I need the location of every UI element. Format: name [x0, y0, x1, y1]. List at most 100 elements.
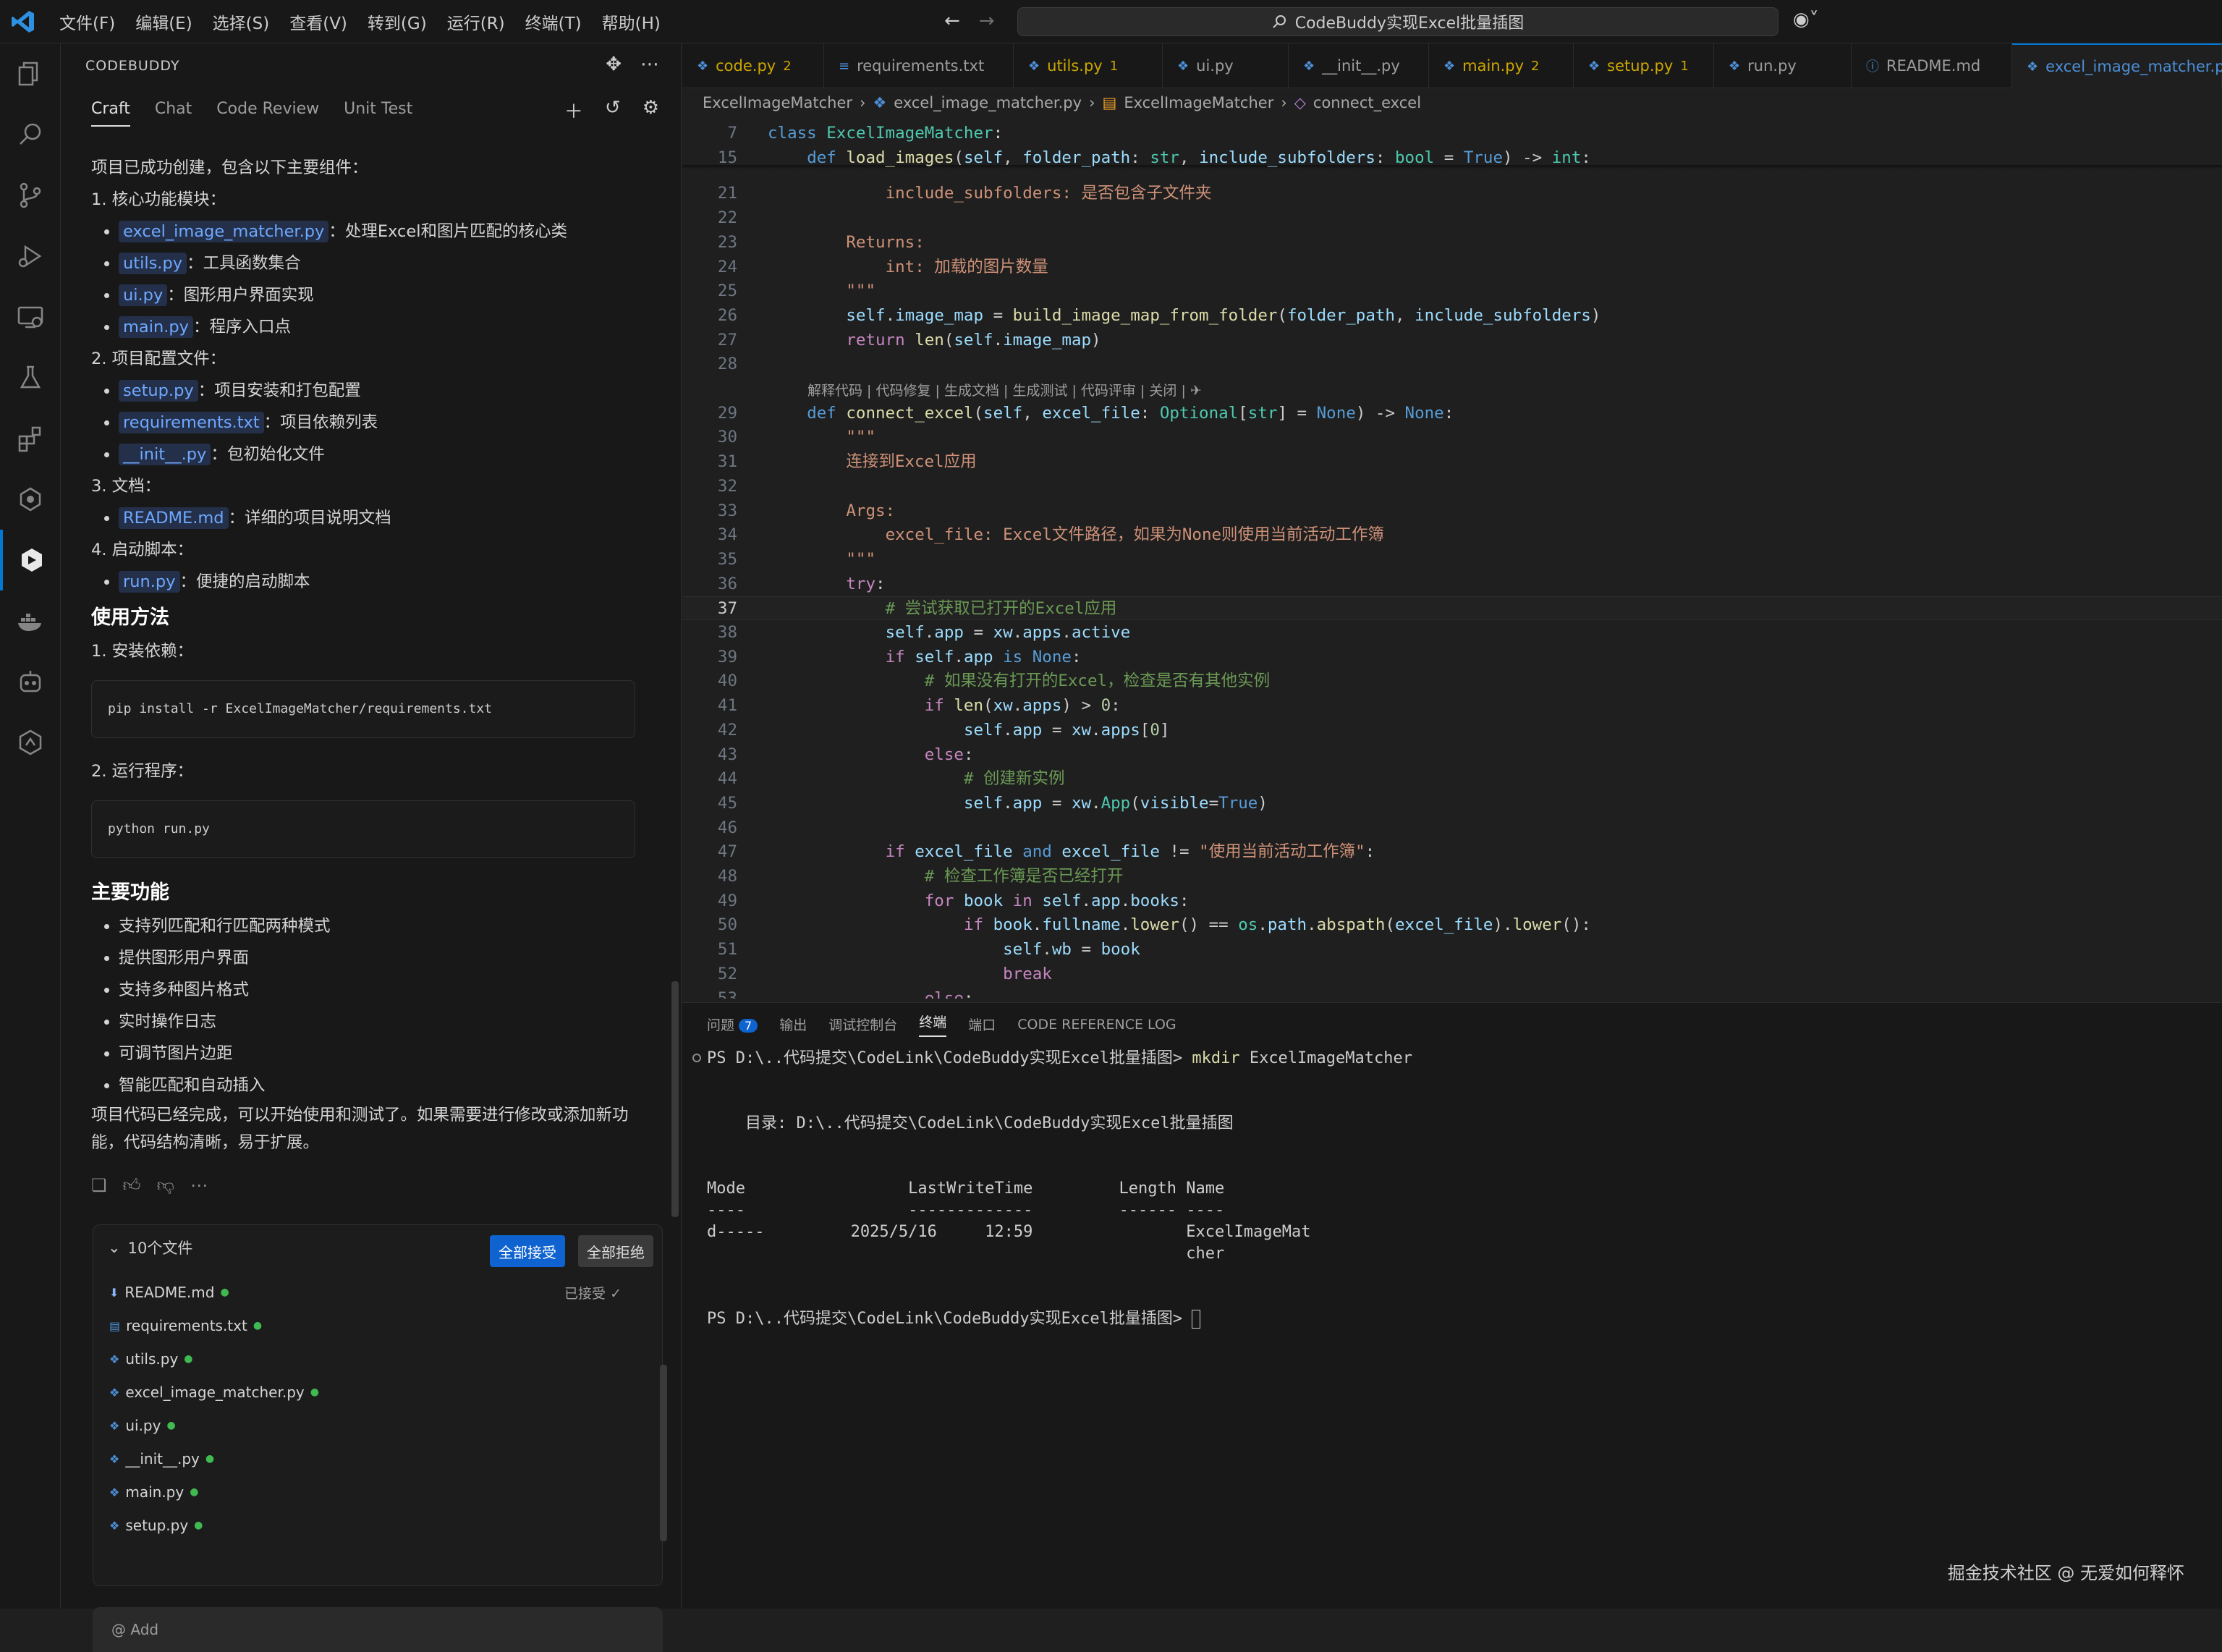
tab-ui-py[interactable]: ❖ ui.py: [1163, 43, 1289, 88]
thumbs-up-icon[interactable]: 👍︎: [123, 1169, 141, 1201]
file-row[interactable]: ❖ utils.py ●: [93, 1342, 662, 1376]
code-text: def connect_excel(self, excel_file: Opti…: [807, 403, 1454, 423]
tab-readme-md[interactable]: ⓘ README.md: [1852, 43, 2012, 88]
tab-output[interactable]: 输出: [779, 1015, 807, 1034]
pin-icon[interactable]: ✥: [606, 54, 622, 75]
file-link[interactable]: README.md: [119, 507, 229, 529]
modified-dot-icon: ●: [253, 1320, 263, 1331]
code-editor[interactable]: 7 class ExcelImageMatcher: 15 def load_ima…: [682, 116, 2222, 999]
problem-count-badge: 1: [1680, 58, 1689, 74]
menu-item[interactable]: 文件(F): [52, 7, 122, 37]
file-link[interactable]: run.py: [119, 571, 180, 593]
remote-explorer-icon[interactable]: [0, 287, 61, 347]
more-actions-icon[interactable]: ⋯: [640, 54, 659, 75]
reject-all-button[interactable]: 全部拒绝: [578, 1235, 653, 1267]
accept-all-button[interactable]: 全部接受: [490, 1235, 565, 1267]
file-list: setup.py：项目安装和打包配置requirements.txt：项目依赖列…: [91, 375, 656, 470]
tab-excel-image-matcher-py[interactable]: ❖ excel_image_matcher.py: [2012, 43, 2222, 88]
breadcrumb-folder[interactable]: ExcelImageMatcher: [703, 94, 852, 111]
tab-setup-py[interactable]: ❖ setup.py 1: [1574, 43, 1714, 88]
history-icon[interactable]: ↺: [605, 97, 621, 124]
command-center-search[interactable]: CodeBuddy实现Excel批量插图: [1017, 7, 1778, 36]
source-control-icon[interactable]: [0, 165, 61, 226]
docker-icon[interactable]: [0, 590, 61, 651]
menu-item[interactable]: 运行(R): [440, 7, 512, 37]
menu-item[interactable]: 转到(G): [360, 7, 434, 37]
tab-utils-py[interactable]: ❖ utils.py 1: [1014, 43, 1163, 88]
code-line: 51 self.wb = book: [682, 938, 2222, 962]
file-name: ui.py: [125, 1417, 161, 1434]
files-header[interactable]: ⌄ 10个文件: [93, 1225, 662, 1270]
thumbs-down-icon[interactable]: 👎︎: [157, 1169, 174, 1201]
tab-terminal[interactable]: 终端: [919, 1012, 947, 1037]
menu-item[interactable]: 帮助(H): [595, 7, 668, 37]
tab-problems[interactable]: 问题 7: [707, 1015, 758, 1034]
file-link[interactable]: requirements.txt: [119, 412, 264, 433]
code-block-run[interactable]: python run.py: [91, 800, 635, 858]
code-line: 47 if excel_file and excel_file != "使用当前…: [682, 840, 2222, 864]
file-row[interactable]: ⬇ README.md ● 已接受 ✓: [93, 1276, 662, 1309]
file-link[interactable]: __init__.py: [119, 444, 211, 465]
file-link[interactable]: main.py: [119, 316, 193, 338]
chevron-down-icon[interactable]: ⌄: [108, 1239, 121, 1256]
file-row[interactable]: ❖ ui.py ●: [93, 1409, 662, 1442]
tab-requirements-txt[interactable]: ≡ requirements.txt: [824, 43, 1014, 88]
file-link[interactable]: ui.py: [119, 284, 168, 306]
file-link[interactable]: excel_image_matcher.py: [119, 221, 329, 242]
breadcrumb-file[interactable]: excel_image_matcher.py: [894, 94, 1082, 111]
menu-item[interactable]: 编辑(E): [128, 7, 199, 37]
tab-run-py[interactable]: ❖ run.py: [1714, 43, 1852, 88]
testing-icon[interactable]: [0, 347, 61, 408]
run-debug-icon[interactable]: [0, 226, 61, 287]
tab-ports[interactable]: 端口: [968, 1015, 996, 1034]
menu-item[interactable]: 终端(T): [518, 7, 589, 37]
terminal-output[interactable]: PS D:\..代码提交\CodeLink\CodeBuddy实现Excel批量…: [707, 1048, 2212, 1330]
new-chat-icon[interactable]: ＋: [564, 97, 583, 124]
tab-debug-console[interactable]: 调试控制台: [828, 1015, 897, 1034]
chat-scrollbar[interactable]: [671, 981, 679, 1217]
explorer-icon[interactable]: [0, 43, 61, 104]
file-row[interactable]: ❖ excel_image_matcher.py ●: [93, 1376, 662, 1409]
tab-unit-test[interactable]: Unit Test: [344, 100, 412, 127]
breadcrumb-class[interactable]: ExcelImageMatcher: [1124, 94, 1273, 111]
ai-assistant-icon[interactable]: [0, 469, 61, 530]
file-link[interactable]: utils.py: [119, 253, 187, 274]
file-row[interactable]: ❖ __init__.py ●: [93, 1442, 662, 1475]
file-row[interactable]: ❖ setup.py ●: [93, 1509, 662, 1542]
menu-item[interactable]: 查看(V): [282, 7, 355, 37]
file-row[interactable]: ▤ requirements.txt ●: [93, 1309, 662, 1342]
codebuddy-icon[interactable]: [0, 530, 61, 590]
breadcrumb-method[interactable]: connect_excel: [1313, 94, 1421, 111]
modified-dot-icon: ●: [166, 1420, 176, 1431]
hexagon-tool-icon[interactable]: [0, 712, 61, 773]
robot-icon[interactable]: [0, 651, 61, 712]
tab-chat[interactable]: Chat: [155, 100, 192, 127]
search-sidebar-icon[interactable]: [0, 104, 61, 165]
tab-code-reference-log[interactable]: CODE REFERENCE LOG: [1017, 1017, 1176, 1033]
menu-item[interactable]: 选择(S): [205, 7, 277, 37]
tab-craft[interactable]: Craft: [91, 100, 130, 127]
file-description: ：工具函数集合: [187, 254, 301, 273]
code-line: 15 def load_images(self, folder_path: st…: [682, 146, 2222, 170]
tab--init-py[interactable]: ❖ __init__.py: [1289, 43, 1429, 88]
code-block-install[interactable]: pip install -r ExcelImageMatcher/require…: [91, 680, 635, 738]
tab-code-review[interactable]: Code Review: [216, 100, 319, 127]
file-link[interactable]: setup.py: [119, 380, 198, 402]
ai-codelens-actions[interactable]: 解释代码 | 代码修复 | 生成文档 | 生成测试 | 代码评审 | 关闭 | …: [807, 380, 1202, 399]
file-row[interactable]: ❖ main.py ●: [93, 1475, 662, 1509]
tab-code-py[interactable]: ❖ code.py 2: [682, 43, 824, 88]
copilot-icon[interactable]: ◉˅: [1793, 9, 1819, 30]
settings-gear-icon[interactable]: ⚙: [643, 97, 659, 124]
tab-main-py[interactable]: ❖ main.py 2: [1429, 43, 1574, 88]
feature-item: 支持列匹配和行匹配两种模式: [119, 910, 656, 942]
back-arrow-icon[interactable]: ←: [944, 10, 960, 32]
extensions-icon[interactable]: [0, 408, 61, 469]
code-line: 37 # 尝试获取已打开的Excel应用: [682, 596, 2222, 621]
features-heading: 主要功能: [91, 881, 169, 904]
chat-input[interactable]: @ Add: [93, 1607, 663, 1652]
more-icon[interactable]: ⋯: [190, 1169, 208, 1201]
copy-icon[interactable]: ❏: [91, 1169, 107, 1201]
terminal-table-header: Mode LastWriteTime Length Name: [707, 1179, 1225, 1198]
forward-arrow-icon[interactable]: →: [979, 10, 995, 32]
files-scrollbar[interactable]: [660, 1365, 667, 1541]
